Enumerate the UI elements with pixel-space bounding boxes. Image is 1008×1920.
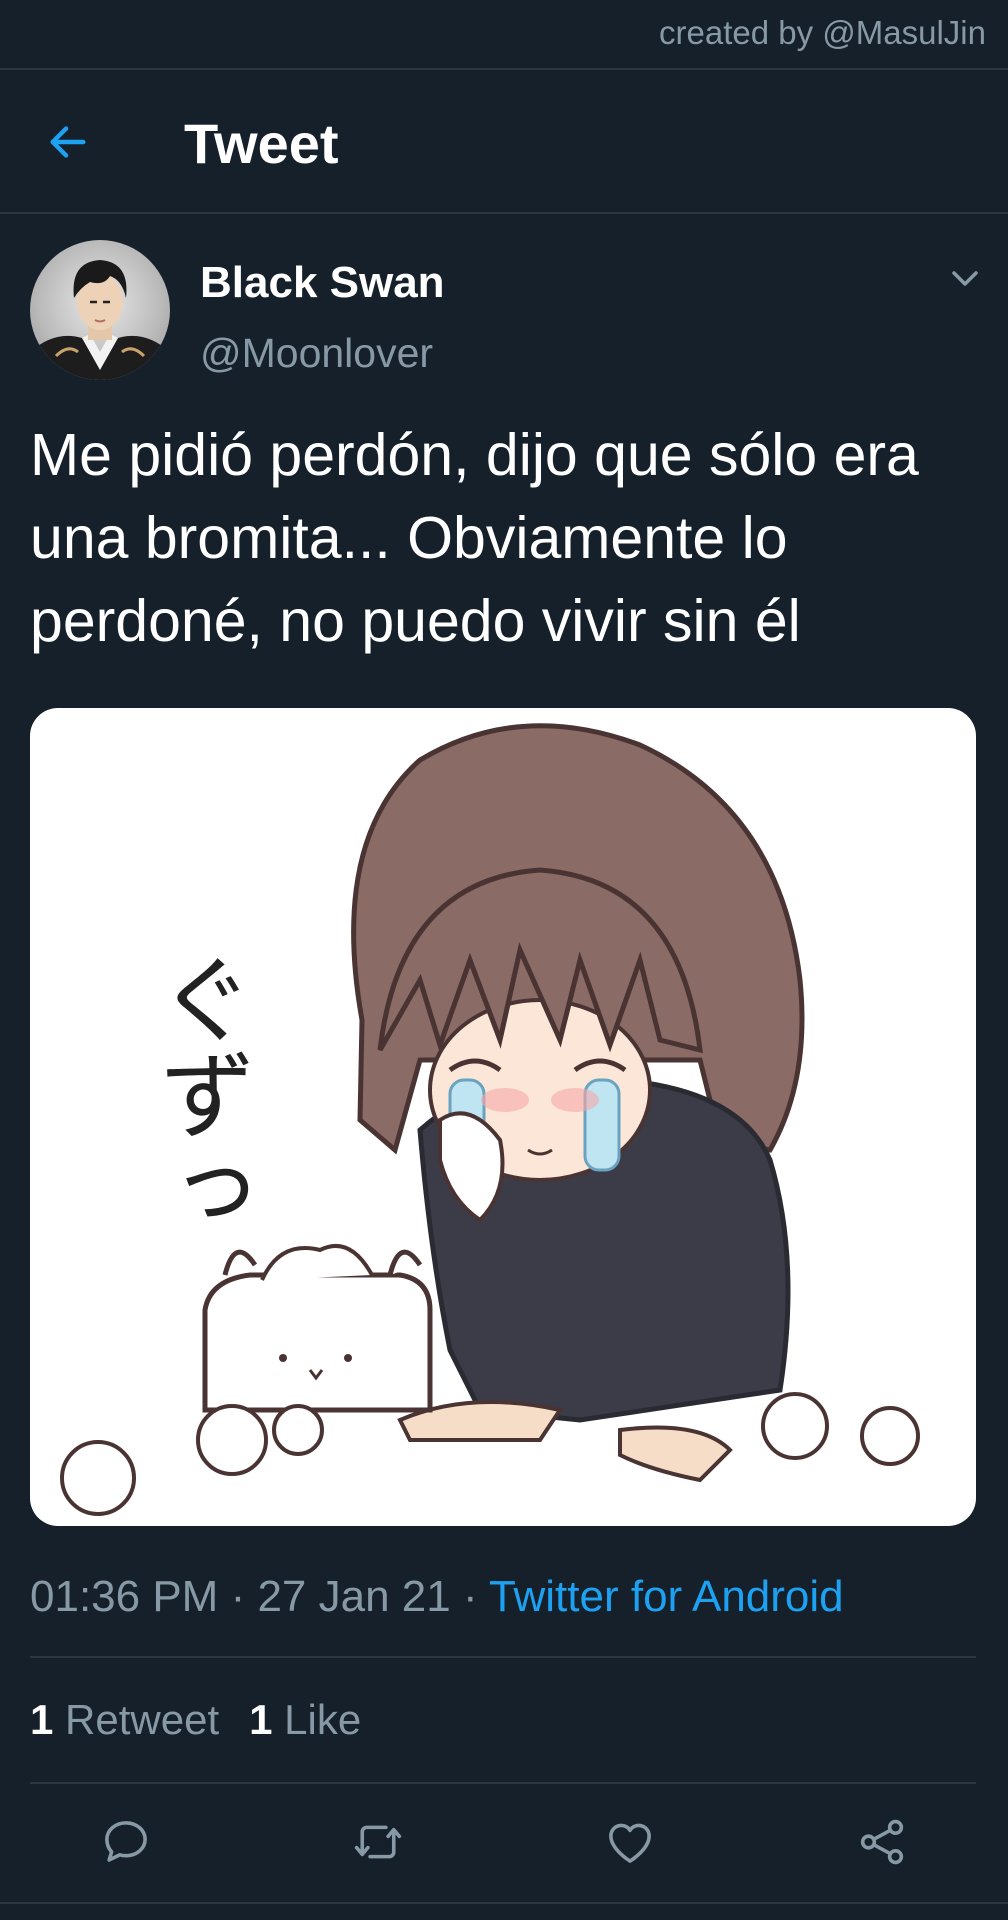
meta-divider xyxy=(30,1656,976,1658)
watermark: created by @MasulJin xyxy=(659,14,986,51)
author-handle[interactable]: @Moonlover xyxy=(200,330,433,377)
share-button[interactable] xyxy=(852,1812,912,1872)
tweet-time: 01:36 PM xyxy=(30,1572,219,1621)
tweet-meta: 01:36 PM · 27 Jan 21 · Twitter for Andro… xyxy=(30,1572,844,1622)
avatar[interactable] xyxy=(30,240,170,380)
reply-button[interactable] xyxy=(96,1812,156,1872)
retweets-count: 1 xyxy=(30,1696,54,1743)
bottom-divider xyxy=(0,1902,1008,1904)
meta-separator: · xyxy=(450,1572,490,1621)
crying-girl-illustration: ぐずっ xyxy=(60,723,920,1516)
tweet-date: 27 Jan 21 xyxy=(257,1572,451,1621)
media-caption: ぐずっ xyxy=(142,950,254,1238)
more-options-button[interactable] xyxy=(946,264,984,294)
back-button[interactable] xyxy=(42,116,94,168)
arrow-left-icon xyxy=(50,126,86,158)
tweet-stats: 1 Retweet 1 Like xyxy=(30,1696,361,1744)
likes-stat[interactable]: 1 Like xyxy=(249,1696,361,1743)
stats-divider xyxy=(30,1782,976,1784)
comment-icon xyxy=(105,1821,147,1862)
likes-count: 1 xyxy=(249,1696,273,1743)
tweet-media[interactable]: ぐずっ xyxy=(30,708,976,1526)
retweet-button[interactable] xyxy=(348,1812,408,1872)
header: Tweet xyxy=(0,72,1008,212)
retweets-label: Retweet xyxy=(65,1696,220,1743)
top-divider xyxy=(0,68,1008,70)
chevron-down-icon xyxy=(952,271,978,286)
tweet-source-link[interactable]: Twitter for Android xyxy=(489,1572,844,1621)
share-icon xyxy=(860,1819,904,1865)
meta-separator: · xyxy=(218,1572,258,1621)
retweet-icon xyxy=(354,1825,402,1859)
heart-icon xyxy=(609,1823,651,1863)
header-divider xyxy=(0,212,1008,214)
author-name[interactable]: Black Swan xyxy=(200,258,445,308)
avatar-image xyxy=(30,260,170,380)
tweet-text: Me pidió perdón, dijo que sólo era una b… xyxy=(30,422,919,654)
page-title: Tweet xyxy=(184,112,339,175)
like-button[interactable] xyxy=(600,1812,660,1872)
likes-label: Like xyxy=(284,1696,362,1743)
retweets-stat[interactable]: 1 Retweet xyxy=(30,1696,219,1743)
action-bar xyxy=(0,1800,1008,1880)
